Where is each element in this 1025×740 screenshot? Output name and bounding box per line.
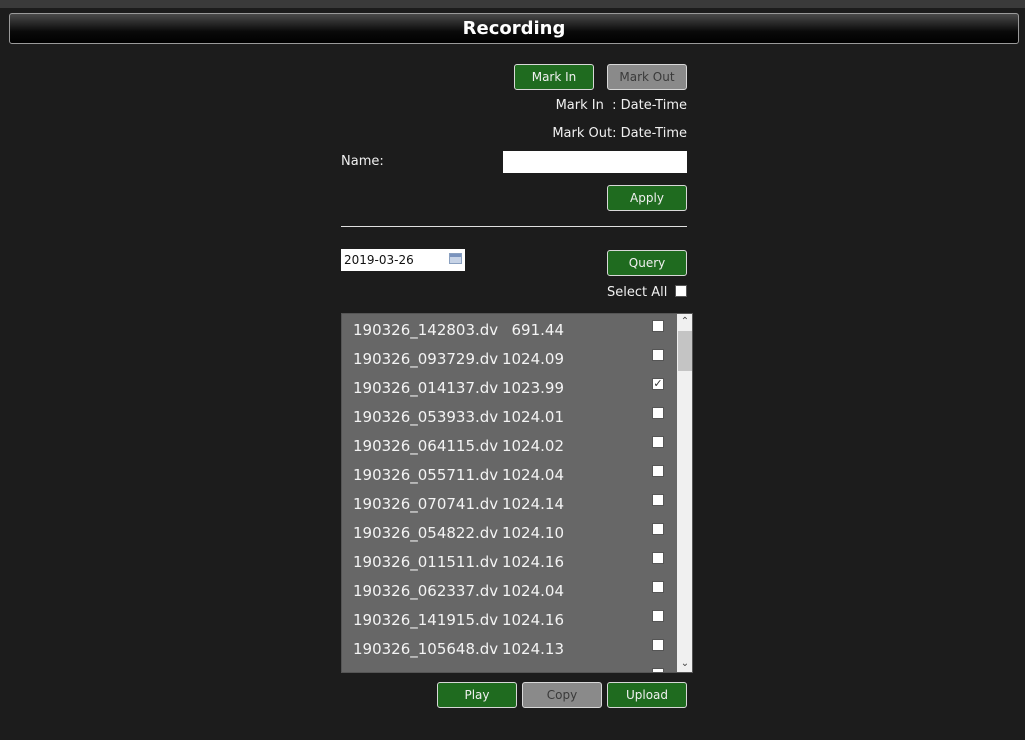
file-size: 691.44 xyxy=(511,321,565,339)
file-checkbox[interactable] xyxy=(652,552,664,564)
mark-in-button[interactable]: Mark In xyxy=(514,64,594,90)
file-size: 1024.16 xyxy=(501,611,564,629)
file-row[interactable]: 190326_055711.dv 1024.04 xyxy=(342,461,677,490)
file-size: 1024.09 xyxy=(501,350,564,368)
file-row[interactable]: 190326_070741.dv 1024.14 xyxy=(342,490,677,519)
file-row[interactable]: 190326_014137.dv 1023.99 ✓ xyxy=(342,374,677,403)
mark-out-button[interactable]: Mark Out xyxy=(607,64,687,90)
file-checkbox[interactable]: ✓ xyxy=(652,378,664,390)
file-name: 190326_141915.dv xyxy=(353,611,499,629)
file-name: 190326_054822.dv xyxy=(353,524,499,542)
file-checkbox[interactable] xyxy=(652,639,664,651)
name-input[interactable] xyxy=(503,151,687,173)
file-row[interactable]: 190326_142803.dv 691.44 xyxy=(342,316,677,345)
file-checkbox[interactable] xyxy=(652,320,664,332)
upload-button[interactable]: Upload xyxy=(607,682,687,708)
scrollbar[interactable]: ⌃ ⌄ xyxy=(677,314,692,672)
play-button[interactable]: Play xyxy=(437,682,517,708)
check-icon: ✓ xyxy=(653,377,663,390)
file-size: 1024.13 xyxy=(501,640,564,658)
copy-button[interactable]: Copy xyxy=(522,682,602,708)
file-checkbox[interactable] xyxy=(652,349,664,361)
mark-out-datetime: Mark Out: Date-Time xyxy=(552,126,687,141)
file-row[interactable]: 190326_062337.dv 1024.04 xyxy=(342,577,677,606)
page-title: Recording xyxy=(9,13,1019,44)
file-name: 190326_011511.dv xyxy=(353,553,499,571)
select-all-checkbox[interactable] xyxy=(675,285,687,297)
file-checkbox[interactable] xyxy=(652,407,664,419)
file-name: 190326_062337.dv xyxy=(353,582,499,600)
query-button[interactable]: Query xyxy=(607,250,687,276)
file-size: 1024.04 xyxy=(501,466,564,484)
file-checkbox[interactable] xyxy=(652,523,664,535)
file-row[interactable]: 190326_105648.dv 1024.13 xyxy=(342,635,677,664)
file-name: 190326_053933.dv xyxy=(353,408,499,426)
calendar-icon[interactable] xyxy=(449,253,462,264)
file-row[interactable]: 190326_053933.dv 1024.01 xyxy=(342,403,677,432)
file-checkbox[interactable] xyxy=(652,436,664,448)
file-row[interactable]: 190326_093729.dv 1024.09 xyxy=(342,345,677,374)
mark-in-datetime: Mark In : Date-Time xyxy=(555,98,687,113)
file-name: 190326_105648.dv xyxy=(353,640,499,658)
file-row[interactable] xyxy=(342,664,677,672)
date-input[interactable] xyxy=(341,249,465,271)
file-name: 190326_014137.dv xyxy=(353,379,499,397)
file-size: 1024.14 xyxy=(501,495,564,513)
file-checkbox[interactable] xyxy=(652,581,664,593)
name-label: Name: xyxy=(341,154,384,169)
file-size: 1024.04 xyxy=(501,582,564,600)
file-row[interactable]: 190326_141915.dv 1024.16 xyxy=(342,606,677,635)
file-name: 190326_093729.dv xyxy=(353,350,499,368)
scroll-up-icon[interactable]: ⌃ xyxy=(677,314,692,330)
file-name: 190326_055711.dv xyxy=(353,466,499,484)
file-size: 1024.01 xyxy=(501,408,564,426)
top-strip xyxy=(0,0,1025,8)
file-checkbox[interactable] xyxy=(652,610,664,622)
apply-button[interactable]: Apply xyxy=(607,185,687,211)
file-checkbox[interactable] xyxy=(652,494,664,506)
file-list[interactable]: 190326_105648.dv 1024.13 190326_141915.dv 1… xyxy=(341,313,693,673)
file-name: 190326_070741.dv xyxy=(353,495,499,513)
scroll-thumb[interactable] xyxy=(678,331,692,371)
file-size: 1024.10 xyxy=(501,524,564,542)
divider xyxy=(341,226,687,227)
select-all-label: Select All xyxy=(607,285,668,300)
scroll-down-icon[interactable]: ⌄ xyxy=(677,656,692,672)
file-checkbox[interactable] xyxy=(652,465,664,477)
file-size: 1023.99 xyxy=(501,379,564,397)
file-name: 190326_142803.dv xyxy=(353,321,499,339)
file-row[interactable]: 190326_011511.dv 1024.16 xyxy=(342,548,677,577)
file-row[interactable]: 190326_064115.dv 1024.02 xyxy=(342,432,677,461)
file-row[interactable]: 190326_054822.dv 1024.10 xyxy=(342,519,677,548)
file-size: 1024.02 xyxy=(501,437,564,455)
file-checkbox[interactable] xyxy=(652,668,664,672)
file-name: 190326_064115.dv xyxy=(353,437,499,455)
file-size: 1024.16 xyxy=(501,553,564,571)
